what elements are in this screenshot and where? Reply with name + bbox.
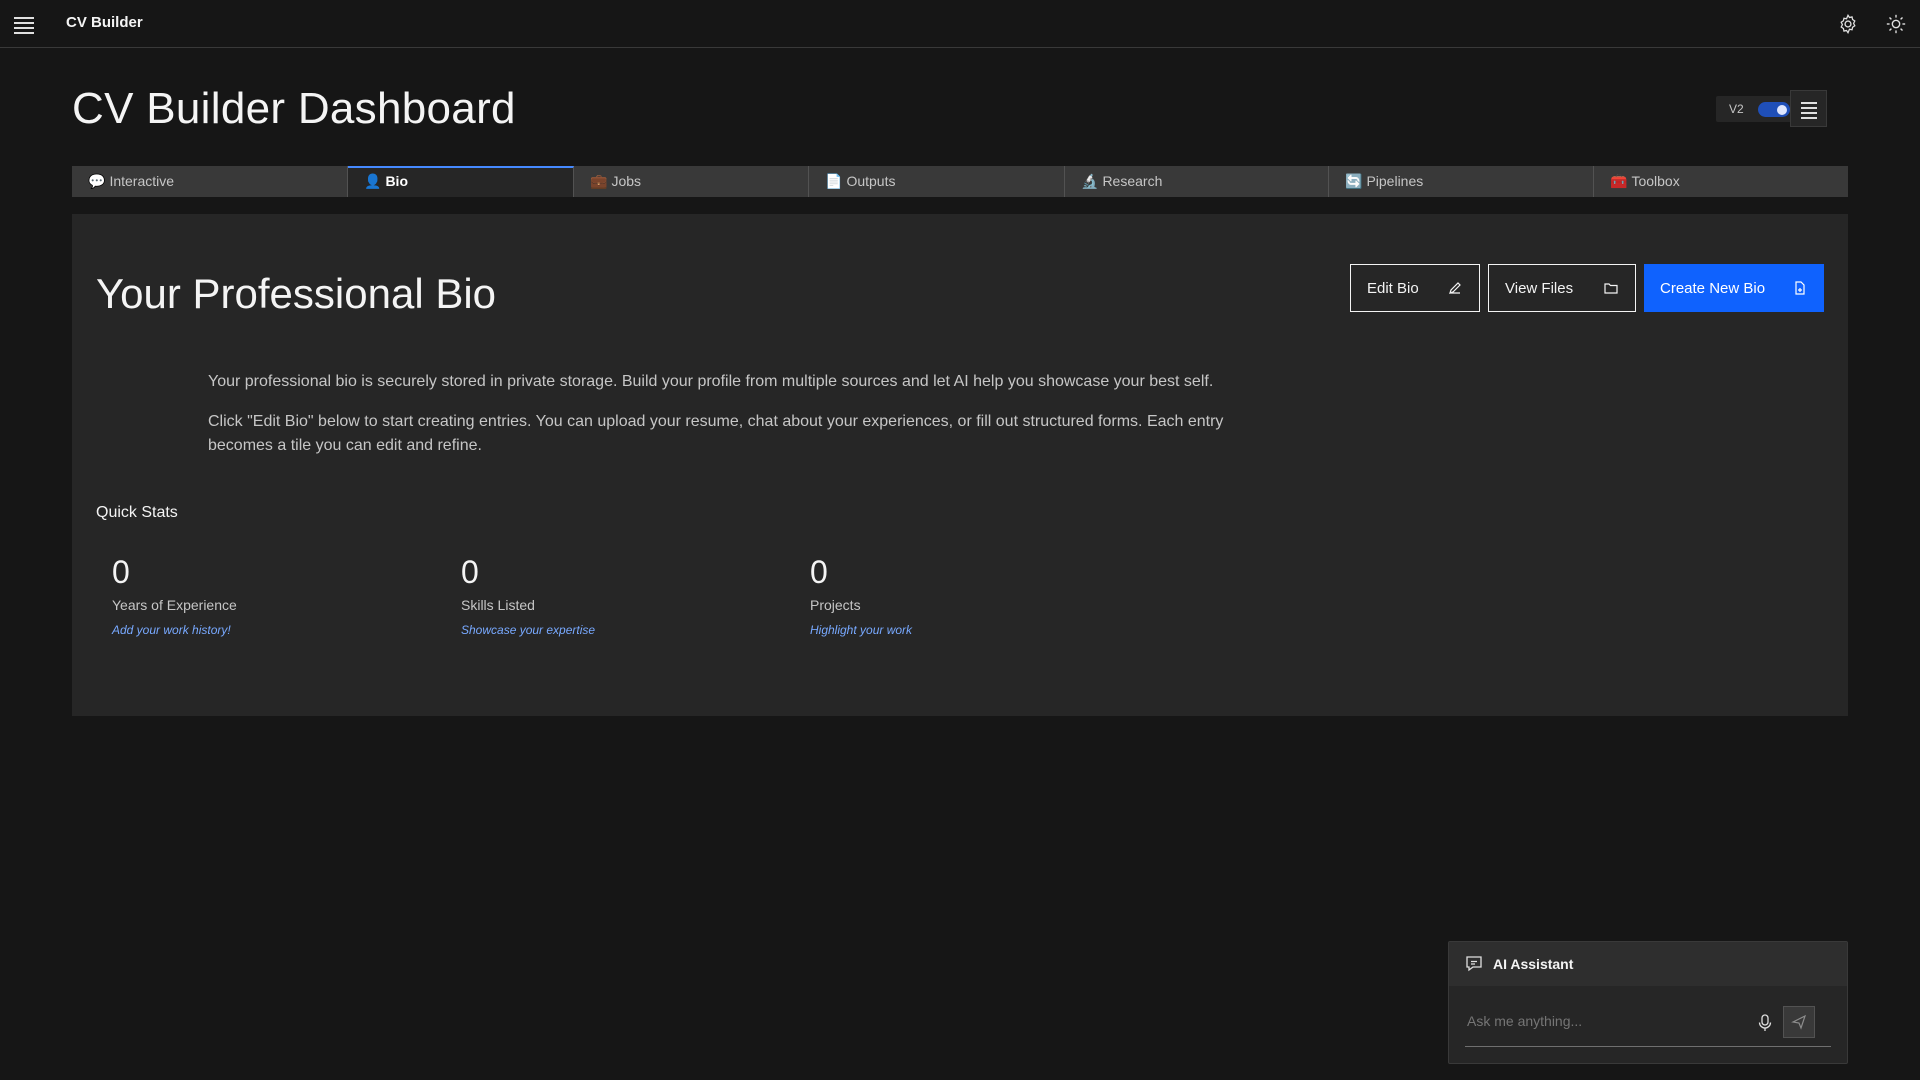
edit-bio-button[interactable]: Edit Bio [1350,264,1480,312]
settings-gear-icon[interactable] [1837,13,1859,35]
tab-pipelines[interactable]: 🔄 Pipelines [1329,166,1594,197]
tab-bar: 💬 Interactive 👤 Bio 💼 Jobs 📄 Outputs 🔬 Resear… [72,166,1848,197]
edit-pencil-icon [1449,282,1461,294]
quick-stats-heading: Quick Stats [96,504,178,521]
tab-bio[interactable]: 👤 Bio [348,166,574,197]
version-switch[interactable] [1758,102,1790,117]
stat-label: Projects [810,597,861,613]
view-files-label: View Files [1505,279,1574,297]
stat-value: 0 [810,554,828,590]
bio-panel: Your Professional Bio Edit Bio View File… [72,214,1848,716]
view-files-button[interactable]: View Files [1488,264,1636,312]
theme-sun-icon[interactable] [1885,13,1907,35]
stat-link[interactable]: Add your work history! [112,623,412,637]
edit-bio-label: Edit Bio [1367,279,1419,297]
stat-label: Years of Experience [112,597,237,613]
document-icon: 📄 [825,173,843,189]
intro-paragraph: Click "Edit Bio" below to start creating… [208,413,1224,454]
refresh-icon: 🔄 [1345,173,1363,189]
ai-assistant-title: AI Assistant [1493,956,1574,972]
version-toggle[interactable]: V2 [1716,96,1798,122]
briefcase-icon: 💼 [590,173,608,189]
bio-title: Your Professional Bio [96,270,497,317]
stat-projects: 0 Projects Highlight your work [810,554,1110,637]
create-new-bio-label: Create New Bio [1660,279,1766,297]
stat-value: 0 [112,554,130,590]
app-title: CV Builder [66,14,143,31]
person-icon: 👤 [364,173,382,189]
chat-icon [1466,956,1482,972]
microscope-icon: 🔬 [1081,173,1099,189]
send-icon [1791,1014,1807,1030]
top-bar: CV Builder [0,0,1920,48]
stat-link[interactable]: Showcase your expertise [461,623,761,637]
stat-years-experience: 0 Years of Experience Add your work hist… [112,554,412,637]
toolbox-icon: 🧰 [1610,173,1628,189]
ai-assistant-panel: AI Assistant [1448,941,1848,1064]
stat-skills-listed: 0 Skills Listed Showcase your expertise [461,554,761,637]
panel-menu-button[interactable] [1790,90,1827,127]
tab-research[interactable]: 🔬 Research [1065,166,1329,197]
folder-icon [1604,283,1618,294]
hamburger-menu-icon[interactable] [14,14,34,34]
ai-assistant-header[interactable]: AI Assistant [1449,942,1847,986]
stat-link[interactable]: Highlight your work [810,623,1110,637]
stat-value: 0 [461,554,479,590]
tab-toolbox[interactable]: 🧰 Toolbox [1594,166,1848,197]
version-label: V2 [1729,102,1744,116]
new-document-icon [1795,281,1805,295]
tab-interactive[interactable]: 💬 Interactive [72,166,348,197]
input-underline [1465,1046,1831,1047]
create-new-bio-button[interactable]: Create New Bio [1644,264,1824,312]
chat-bubble-icon: 💬 [88,173,106,189]
intro-paragraph: Your professional bio is securely stored… [208,373,1214,390]
tab-outputs[interactable]: 📄 Outputs [809,166,1065,197]
tab-jobs[interactable]: 💼 Jobs [574,166,809,197]
send-button[interactable] [1783,1006,1815,1038]
stat-label: Skills Listed [461,597,535,613]
bio-intro: Your professional bio is securely stored… [208,370,1248,474]
microphone-icon[interactable] [1757,1014,1773,1032]
list-icon [1791,91,1826,119]
page-title: CV Builder Dashboard [72,84,516,133]
